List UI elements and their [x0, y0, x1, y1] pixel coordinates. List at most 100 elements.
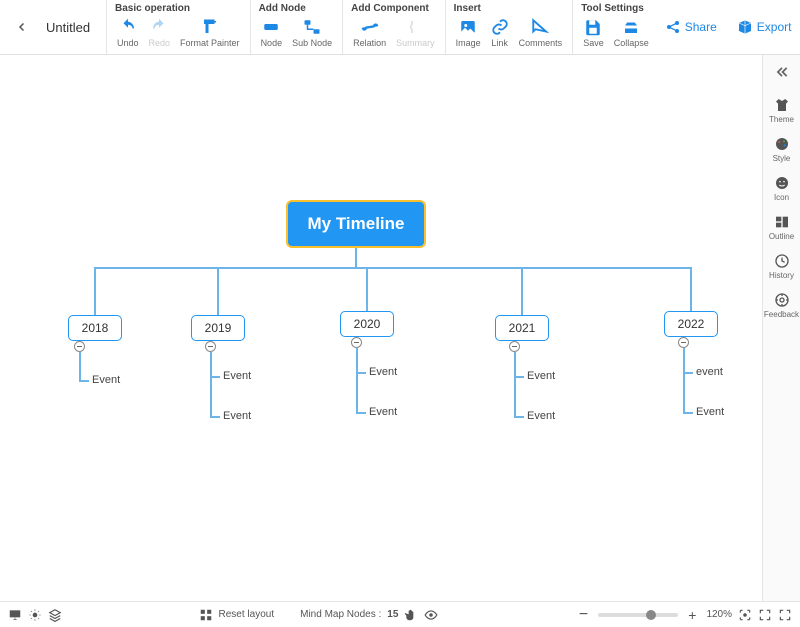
mind-map-canvas: My Timeline 2018 Event 2019 Event Event …: [0, 55, 762, 601]
event-label[interactable]: Event: [527, 370, 555, 382]
palette-icon: [774, 136, 790, 152]
event-label[interactable]: event: [696, 366, 723, 378]
fullscreen-button[interactable]: [778, 608, 792, 622]
save-button[interactable]: Save: [579, 16, 608, 50]
event-label[interactable]: Event: [369, 406, 397, 418]
group-title-add-component: Add Component: [349, 3, 439, 14]
group-title-tool: Tool Settings: [579, 3, 653, 14]
side-outline[interactable]: Outline: [763, 212, 800, 243]
back-button[interactable]: [8, 0, 36, 54]
connector: [94, 267, 96, 315]
connector: [514, 376, 524, 378]
connector: [355, 248, 357, 268]
node-button[interactable]: Node: [257, 16, 287, 50]
canvas-area[interactable]: My Timeline 2018 Event 2019 Event Event …: [0, 55, 762, 601]
relation-button[interactable]: Relation: [349, 16, 390, 50]
reset-layout-icon[interactable]: [199, 608, 213, 622]
event-label[interactable]: Event: [527, 410, 555, 422]
collapse-toggle[interactable]: [74, 341, 85, 352]
chevron-double-left-icon: [775, 65, 789, 79]
group-title-add-node: Add Node: [257, 3, 337, 14]
year-node-4[interactable]: 2022: [664, 311, 718, 337]
group-title-basic: Basic operation: [113, 3, 244, 14]
connector: [210, 352, 212, 416]
zoom-level: 120%: [706, 609, 732, 620]
event-label[interactable]: Event: [92, 374, 120, 386]
center-button[interactable]: [758, 608, 772, 622]
node-count-value: 15: [387, 609, 398, 620]
collapse-toggle[interactable]: [509, 341, 520, 352]
collapse-toggle[interactable]: [678, 337, 689, 348]
summary-icon: [406, 18, 424, 36]
year-node-3[interactable]: 2021: [495, 315, 549, 341]
connector: [356, 412, 366, 414]
reset-layout-button[interactable]: Reset layout: [219, 609, 275, 620]
redo-icon: [150, 18, 168, 36]
feedback-icon: [774, 292, 790, 308]
connector: [210, 376, 220, 378]
connector: [683, 412, 693, 414]
root-node[interactable]: My Timeline: [286, 200, 426, 248]
connector: [690, 267, 692, 311]
event-label[interactable]: Event: [696, 406, 724, 418]
connector: [356, 348, 358, 412]
redo-button[interactable]: Redo: [145, 16, 175, 50]
export-button[interactable]: Export: [731, 15, 798, 39]
export-icon: [737, 19, 753, 35]
sub-node-button[interactable]: Sub Node: [288, 16, 336, 50]
side-theme[interactable]: Theme: [763, 95, 800, 126]
image-icon: [459, 18, 477, 36]
toolbar: Untitled Basic operation Undo Redo Forma…: [0, 0, 800, 55]
document-title[interactable]: Untitled: [36, 0, 106, 54]
comments-button[interactable]: Comments: [515, 16, 567, 50]
event-label[interactable]: Event: [223, 410, 251, 422]
toolbar-group-add-component: Add Component Relation Summary: [342, 0, 445, 54]
hand-tool-button[interactable]: [404, 608, 418, 622]
layers-button[interactable]: [48, 608, 62, 622]
collapse-toggle[interactable]: [205, 341, 216, 352]
bottom-bar: Reset layout Mind Map Nodes : 15 − + 120…: [0, 601, 800, 627]
comments-icon: [531, 18, 549, 36]
connector: [683, 348, 685, 412]
share-button[interactable]: Share: [659, 15, 723, 39]
undo-button[interactable]: Undo: [113, 16, 143, 50]
connector: [514, 416, 524, 418]
presentation-mode-button[interactable]: [8, 608, 22, 622]
collapse-button[interactable]: Collapse: [610, 16, 653, 50]
connector: [210, 416, 220, 418]
side-feedback[interactable]: Feedback: [763, 290, 800, 321]
side-icon[interactable]: Icon: [763, 173, 800, 204]
event-label[interactable]: Event: [369, 366, 397, 378]
year-node-2[interactable]: 2020: [340, 311, 394, 337]
zoom-in-button[interactable]: +: [684, 607, 700, 623]
year-node-0[interactable]: 2018: [68, 315, 122, 341]
year-node-1[interactable]: 2019: [191, 315, 245, 341]
collapse-toggle[interactable]: [351, 337, 362, 348]
side-collapse-button[interactable]: [763, 61, 800, 87]
group-title-insert: Insert: [452, 3, 567, 14]
toolbar-group-tool: Tool Settings Save Collapse: [572, 0, 659, 54]
connector: [366, 267, 368, 311]
connector: [79, 352, 81, 380]
fit-screen-button[interactable]: [738, 608, 752, 622]
smile-icon: [774, 175, 790, 191]
zoom-out-button[interactable]: −: [575, 606, 592, 624]
image-button[interactable]: Image: [452, 16, 485, 50]
event-label[interactable]: Event: [223, 370, 251, 382]
side-history[interactable]: History: [763, 251, 800, 282]
link-button[interactable]: Link: [487, 16, 513, 50]
brightness-button[interactable]: [28, 608, 42, 622]
toolbar-right-actions: Share Export: [659, 0, 800, 54]
toolbar-group-basic: Basic operation Undo Redo Format Painter: [106, 0, 250, 54]
zoom-slider[interactable]: [598, 613, 678, 617]
side-panel: Theme Style Icon Outline History Feedbac…: [762, 55, 800, 601]
collapse-icon: [622, 18, 640, 36]
summary-button[interactable]: Summary: [392, 16, 439, 50]
eye-button[interactable]: [424, 608, 438, 622]
connector: [683, 372, 693, 374]
connector: [94, 267, 692, 269]
format-painter-button[interactable]: Format Painter: [176, 16, 244, 50]
link-icon: [491, 18, 509, 36]
side-style[interactable]: Style: [763, 134, 800, 165]
relation-icon: [361, 18, 379, 36]
